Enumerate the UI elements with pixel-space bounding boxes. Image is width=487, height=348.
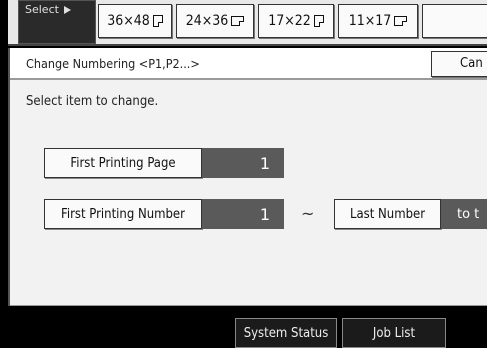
size-label: 24×36	[185, 13, 229, 29]
page-title: Change Numbering <P1,P2...>	[26, 56, 200, 71]
size-button-more[interactable]	[422, 4, 487, 38]
size-label: 17×22	[268, 13, 311, 29]
size-button-24x36[interactable]: 24×36	[176, 4, 254, 38]
first-printing-page-button[interactable]: First Printing Page	[44, 148, 202, 178]
size-button-36x48[interactable]: 36×48	[98, 4, 172, 38]
job-list-button[interactable]: Job List	[342, 318, 446, 348]
size-label: 36×48	[107, 13, 150, 29]
arrow-right-icon	[64, 6, 72, 14]
panel-bottom-edge	[10, 298, 487, 306]
system-status-button[interactable]: System Status	[235, 318, 337, 348]
range-separator: ~	[301, 204, 315, 223]
portrait-page-icon	[152, 15, 163, 27]
change-numbering-panel: Change Numbering <P1,P2...> Can Select i…	[8, 48, 487, 306]
instruction-text: Select item to change.	[26, 94, 159, 109]
paper-size-strip: Select 36×48 24×36 17×22 11×17	[8, 0, 487, 46]
last-number-button[interactable]: Last Number	[334, 199, 441, 229]
title-row: Change Numbering <P1,P2...> Can	[10, 48, 487, 80]
first-printing-page-value[interactable]: 1	[202, 148, 284, 178]
landscape-page-icon	[231, 16, 245, 26]
size-button-17x22[interactable]: 17×22	[258, 4, 334, 38]
select-label: Select	[25, 3, 59, 16]
first-printing-number-value[interactable]: 1	[202, 199, 284, 229]
status-bar: System Status Job List	[0, 306, 487, 348]
screen: Select 36×48 24×36 17×22 11×17 Change Nu…	[0, 0, 487, 348]
first-printing-number-button[interactable]: First Printing Number	[44, 199, 202, 229]
landscape-page-icon	[394, 16, 408, 26]
cancel-button[interactable]: Can	[431, 51, 487, 77]
select-button[interactable]: Select	[18, 0, 96, 44]
size-label: 11×17	[348, 13, 392, 29]
portrait-page-icon	[313, 15, 324, 27]
last-number-value[interactable]: to t	[441, 199, 487, 229]
size-button-11x17[interactable]: 11×17	[338, 4, 418, 38]
